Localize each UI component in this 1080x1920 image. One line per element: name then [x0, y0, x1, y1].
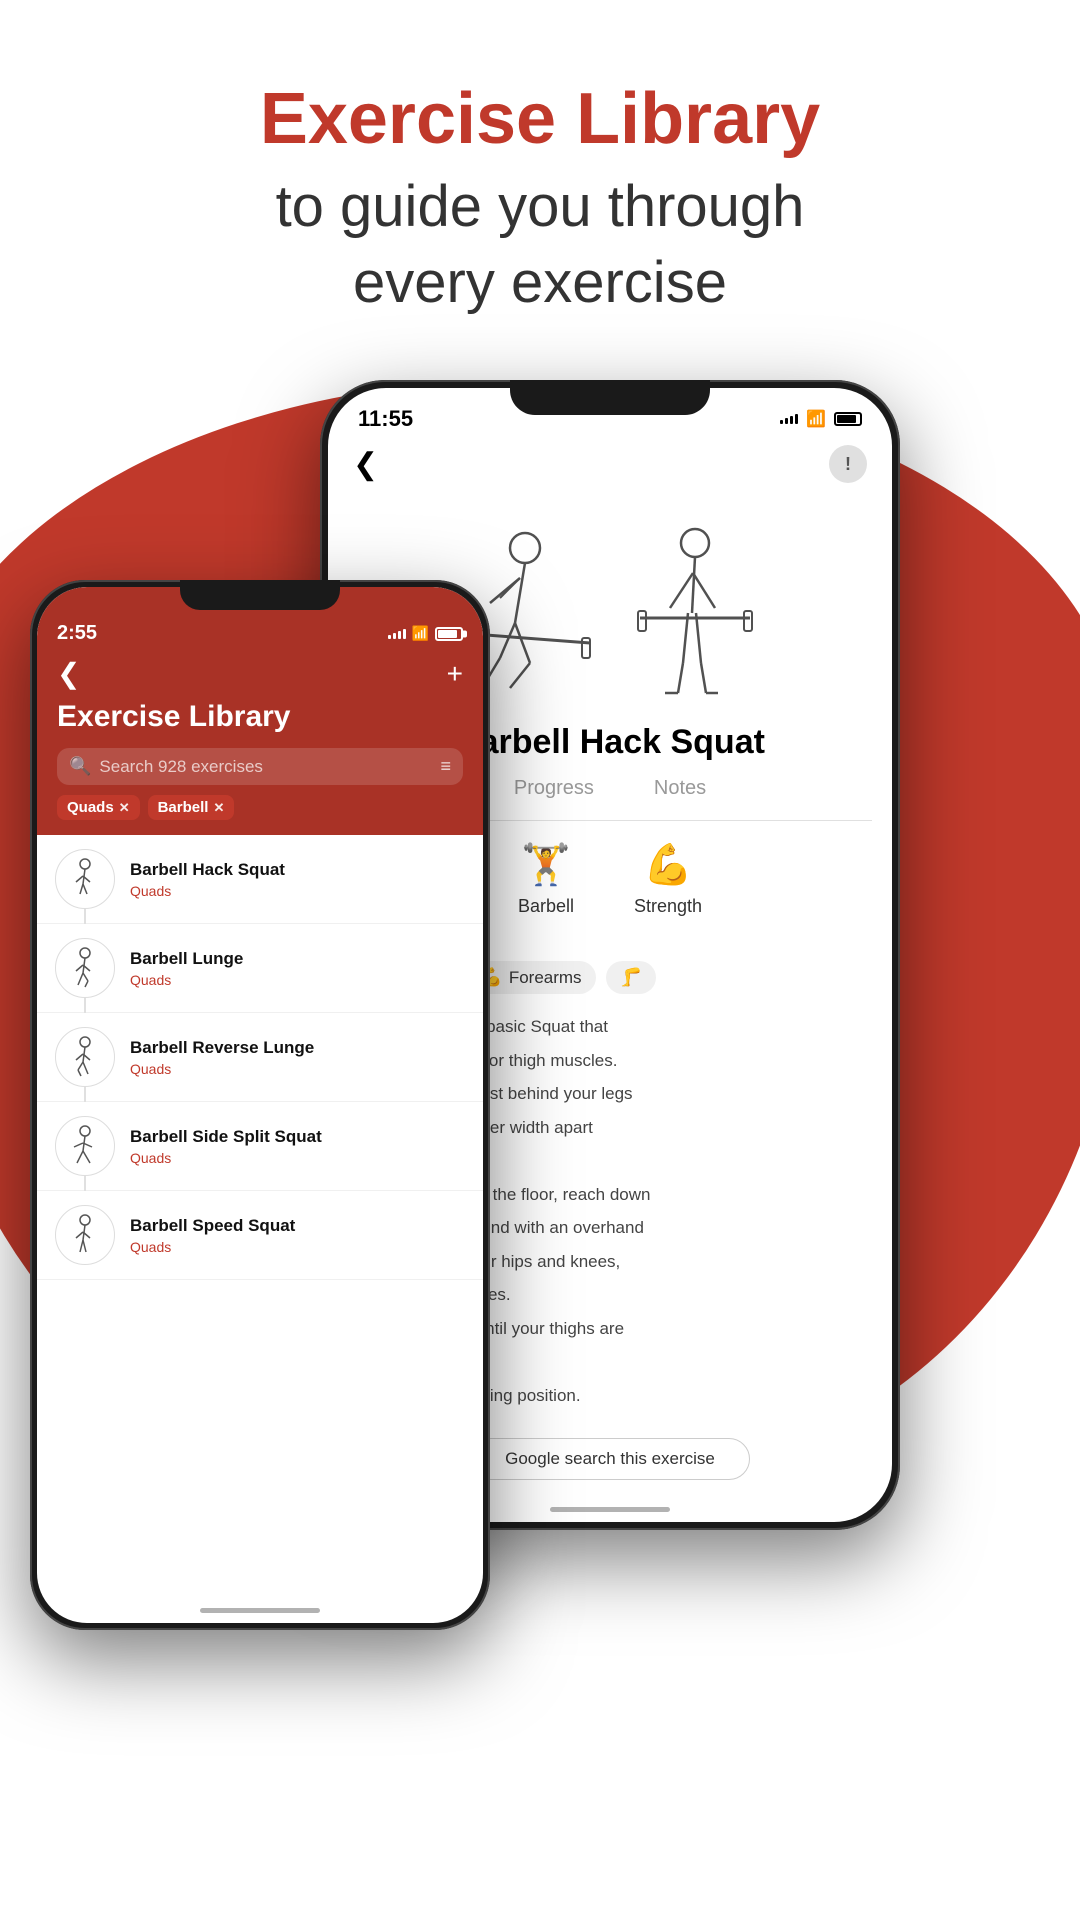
page-title: Exercise Library	[0, 80, 1080, 159]
phone-screen-front: 2:55 📶	[37, 587, 483, 1623]
exercise-thumb-svg-3	[62, 1034, 108, 1080]
status-icons: 📶	[780, 409, 862, 429]
exercise-name-5: Barbell Speed Squat	[130, 1216, 295, 1236]
exercise-name-3: Barbell Reverse Lunge	[130, 1038, 314, 1058]
remove-barbell[interactable]: ✕	[213, 800, 224, 816]
chip-barbell[interactable]: Barbell ✕	[148, 795, 235, 820]
category-item: 💪 Strength	[634, 841, 702, 917]
tab-progress[interactable]: Progress	[514, 777, 594, 808]
exercise-item-wrapper-2: Barbell Lunge Quads	[37, 924, 483, 1013]
back-button-front[interactable]: ❮	[57, 657, 80, 690]
wifi-icon: 📶	[806, 409, 826, 429]
search-icon: 🔍	[69, 756, 91, 777]
top-nav: ❮ +	[57, 657, 463, 690]
phones-container: 11:55 📶	[0, 320, 1080, 1920]
exercise-thumb-5	[55, 1205, 115, 1265]
strength-icon: 💪	[643, 841, 693, 888]
exercise-name-4: Barbell Side Split Squat	[130, 1127, 322, 1147]
battery-icon-front	[435, 627, 463, 641]
exercise-thumb-svg-4	[62, 1123, 108, 1169]
exercise-info-1: Barbell Hack Squat Quads	[130, 860, 285, 899]
status-icons-front: 📶	[388, 625, 463, 642]
exercise-category-4: Quads	[130, 1150, 322, 1166]
category-label: Strength	[634, 896, 702, 917]
home-indicator-front	[200, 1608, 320, 1613]
exercise-category-1: Quads	[130, 883, 285, 899]
header-section: Exercise Library to guide you through ev…	[0, 0, 1080, 360]
exercise-thumb-svg-1	[62, 856, 108, 902]
list-item[interactable]: Barbell Lunge Quads	[37, 924, 483, 1013]
wifi-icon-front: 📶	[412, 625, 429, 642]
list-item[interactable]: Barbell Reverse Lunge Quads	[37, 1013, 483, 1102]
home-indicator	[550, 1507, 670, 1512]
equipment-item: 🏋️ Barbell	[518, 841, 574, 917]
library-title: Exercise Library	[57, 700, 463, 734]
remove-quads[interactable]: ✕	[119, 800, 130, 816]
status-bar-front: 2:55 📶	[57, 622, 463, 645]
exercise-thumb-4	[55, 1116, 115, 1176]
exercise-list: Barbell Hack Squat Quads	[37, 835, 483, 1280]
signal-icon-front	[388, 629, 406, 639]
exercise-thumb-2	[55, 938, 115, 998]
exercise-thumb-svg-2	[62, 945, 108, 991]
exercise-info-2: Barbell Lunge Quads	[130, 949, 243, 988]
phone-library: 2:55 📶	[30, 580, 490, 1630]
tab-notes[interactable]: Notes	[654, 777, 706, 808]
search-placeholder: Search 928 exercises	[99, 757, 432, 777]
library-header: 2:55 📶	[37, 587, 483, 835]
page-subtitle: to guide you through every exercise	[0, 169, 1080, 320]
extra-icon: 🦵	[620, 967, 642, 988]
exercise-item-wrapper-4: Barbell Side Split Squat Quads	[37, 1102, 483, 1191]
list-item[interactable]: Barbell Speed Squat Quads	[37, 1191, 483, 1280]
search-bar[interactable]: 🔍 Search 928 exercises ≡	[57, 748, 463, 785]
exercise-item-wrapper-5: Barbell Speed Squat Quads	[37, 1191, 483, 1280]
google-search-button[interactable]: Google search this exercise	[470, 1438, 750, 1480]
exercise-thumb-1	[55, 849, 115, 909]
chip-quads[interactable]: Quads ✕	[57, 795, 140, 820]
chip-extra[interactable]: 🦵	[606, 961, 656, 994]
status-time: 11:55	[358, 406, 413, 432]
exercise-category-3: Quads	[130, 1061, 314, 1077]
exercise-category-5: Quads	[130, 1239, 295, 1255]
exercise-figure-2	[620, 523, 770, 703]
signal-icon	[780, 414, 798, 424]
exercise-name-2: Barbell Lunge	[130, 949, 243, 969]
add-button[interactable]: +	[447, 658, 463, 690]
phone-notch	[510, 380, 710, 415]
equipment-label: Barbell	[518, 896, 574, 917]
phone-notch-front	[180, 580, 340, 610]
filter-chips: Quads ✕ Barbell ✕	[57, 795, 463, 820]
exercise-info-5: Barbell Speed Squat Quads	[130, 1216, 295, 1255]
exercise-item-wrapper-1: Barbell Hack Squat Quads	[37, 835, 483, 924]
list-item[interactable]: Barbell Side Split Squat Quads	[37, 1102, 483, 1191]
filter-icon[interactable]: ≡	[440, 756, 451, 777]
exercise-item-wrapper-3: Barbell Reverse Lunge Quads	[37, 1013, 483, 1102]
exercise-thumb-3	[55, 1027, 115, 1087]
back-button[interactable]: ❮	[353, 447, 378, 482]
nav-bar: ❮ !	[328, 440, 892, 488]
exercise-info-4: Barbell Side Split Squat Quads	[130, 1127, 322, 1166]
status-time-front: 2:55	[57, 622, 97, 645]
barbell-icon: 🏋️	[521, 841, 571, 888]
list-item[interactable]: Barbell Hack Squat Quads	[37, 835, 483, 924]
exercise-info-3: Barbell Reverse Lunge Quads	[130, 1038, 314, 1077]
exercise-category-2: Quads	[130, 972, 243, 988]
exercise-name-1: Barbell Hack Squat	[130, 860, 285, 880]
info-button[interactable]: !	[829, 445, 867, 483]
battery-icon	[834, 412, 862, 426]
exercise-thumb-svg-5	[62, 1212, 108, 1258]
